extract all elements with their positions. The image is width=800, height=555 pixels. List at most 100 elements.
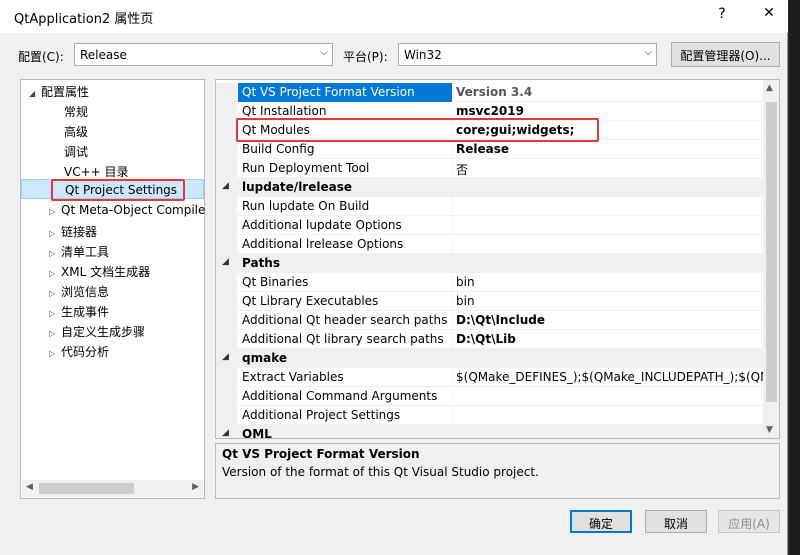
category-label: Paths — [238, 254, 453, 273]
row-gutter — [216, 140, 237, 159]
property-value[interactable]: Version 3.4 — [454, 83, 765, 102]
row-gutter — [216, 368, 237, 387]
collapsed-triangle-icon[interactable]: ▷ — [49, 289, 61, 298]
expanded-triangle-icon[interactable]: ◢ — [222, 428, 229, 438]
property-value[interactable]: bin — [454, 273, 765, 292]
property-row[interactable]: Extract Variables $(QMake_DEFINES_);$(QMa… — [216, 368, 765, 387]
property-row[interactable]: Additional Qt header search paths D:\Qt\I… — [216, 311, 765, 330]
property-value[interactable]: 否 — [454, 159, 765, 178]
window-title: QtApplication2 属性页 — [14, 12, 154, 27]
row-gutter — [216, 197, 237, 216]
platform-value: Win32 — [404, 48, 442, 62]
property-value[interactable]: D:\Qt\Lib — [454, 330, 765, 349]
property-row[interactable]: Qt VS Project Format Version Version 3.4 — [216, 83, 765, 102]
property-row[interactable]: Additional Project Settings — [216, 406, 765, 425]
tree-item-advanced[interactable]: 高级 — [64, 120, 88, 140]
tree-item-label: 生成事件 — [61, 305, 110, 319]
tree-item-linker[interactable]: ▷ 链接器 — [49, 220, 97, 240]
property-category[interactable]: ◢ Paths — [216, 254, 765, 273]
grid-vertical-scrollbar[interactable]: ▲ ▼ — [763, 80, 779, 438]
scroll-up-icon[interactable]: ▲ — [766, 83, 773, 93]
tree-item-label: XML 文档生成器 — [61, 265, 151, 279]
property-category[interactable]: ◢ qmake — [216, 349, 765, 368]
tree-item-debugging[interactable]: 调试 — [64, 140, 88, 160]
tree-item-qt-meta-object-compiler[interactable]: ▷ Qt Meta-Object Compile — [49, 200, 205, 220]
chevron-down-icon: ⌵ — [644, 47, 652, 58]
property-name: Additional lrelease Options — [238, 235, 453, 254]
tree-item-xml-doc-generator[interactable]: ▷ XML 文档生成器 — [49, 260, 150, 280]
tree-item-vc-directories[interactable]: VC++ 目录 — [64, 160, 129, 180]
tree-item-code-analysis[interactable]: ▷ 代码分析 — [49, 340, 109, 360]
platform-label: 平台(P): — [343, 50, 388, 64]
property-value[interactable]: $(QMake_DEFINES_);$(QMake_INCLUDEPATH_);… — [454, 368, 765, 387]
close-icon[interactable]: ✕ — [760, 5, 778, 21]
property-value[interactable] — [454, 235, 765, 254]
expanded-triangle-icon[interactable]: ◢ — [222, 257, 229, 267]
tree-item-general[interactable]: 常规 — [64, 100, 88, 120]
collapsed-triangle-icon[interactable]: ▷ — [49, 207, 61, 216]
property-category[interactable]: ◢ lupdate/lrelease — [216, 178, 765, 197]
highlight-box — [51, 179, 185, 201]
expanded-triangle-icon[interactable]: ◢ — [222, 181, 229, 191]
property-row[interactable]: Run lupdate On Build — [216, 197, 765, 216]
tree-item-browse-information[interactable]: ▷ 浏览信息 — [49, 280, 109, 300]
tree-item-label: 调试 — [64, 145, 89, 159]
scrollbar-thumb[interactable] — [39, 483, 134, 494]
row-gutter — [216, 330, 237, 349]
tree-item-custom-build-step[interactable]: ▷ 自定义生成步骤 — [49, 320, 145, 340]
property-name: Additional Qt header search paths — [238, 311, 453, 330]
property-row[interactable]: Run Deployment Tool 否 — [216, 159, 765, 178]
configuration-manager-button[interactable]: 配置管理器(O)... — [671, 42, 780, 67]
tree-item-label: 浏览信息 — [61, 285, 110, 299]
row-gutter — [216, 406, 237, 425]
row-gutter — [216, 311, 237, 330]
property-value[interactable] — [454, 216, 765, 235]
collapsed-triangle-icon[interactable]: ▷ — [49, 349, 61, 358]
collapsed-triangle-icon[interactable]: ▷ — [49, 229, 61, 238]
property-value[interactable] — [454, 197, 765, 216]
cancel-button[interactable]: 取消 — [645, 510, 707, 533]
collapsed-triangle-icon[interactable]: ▷ — [49, 309, 61, 318]
ok-button[interactable]: 确定 — [570, 510, 632, 533]
property-row[interactable]: Build Config Release — [216, 140, 765, 159]
property-value[interactable]: bin — [454, 292, 765, 311]
collapsed-triangle-icon[interactable]: ▷ — [49, 329, 61, 338]
property-category[interactable]: ◢ QML — [216, 425, 765, 438]
property-value[interactable]: D:\Qt\Include — [454, 311, 765, 330]
row-gutter: ◢ — [216, 178, 237, 197]
scroll-right-icon[interactable]: ▶ — [192, 482, 199, 492]
description-title: Qt VS Project Format Version — [222, 447, 420, 461]
property-value[interactable]: Release — [454, 140, 765, 159]
tree-root-configuration-properties[interactable]: ◢ 配置属性 — [29, 80, 89, 100]
property-value[interactable] — [454, 406, 765, 425]
property-row[interactable]: Additional Command Arguments — [216, 387, 765, 406]
property-value[interactable] — [454, 387, 765, 406]
background-editor-strip — [789, 0, 800, 555]
help-icon[interactable]: ? — [714, 6, 730, 22]
row-gutter — [216, 83, 237, 102]
platform-select[interactable]: Win32 ⌵ — [398, 43, 657, 66]
scroll-down-icon[interactable]: ▼ — [766, 425, 773, 435]
scrollbar-thumb[interactable] — [766, 102, 777, 402]
property-row[interactable]: Qt Library Executables bin — [216, 292, 765, 311]
expanded-triangle-icon[interactable]: ◢ — [29, 89, 41, 98]
property-row[interactable]: Additional lupdate Options — [216, 216, 765, 235]
property-row[interactable]: Additional lrelease Options — [216, 235, 765, 254]
property-tree: ◢ 配置属性 常规 高级 调试 VC++ 目录 Qt Project Settin… — [20, 79, 205, 499]
tree-item-label: 自定义生成步骤 — [61, 325, 146, 339]
collapsed-triangle-icon[interactable]: ▷ — [49, 249, 61, 258]
configuration-select[interactable]: Release ⌵ — [74, 43, 333, 66]
tree-horizontal-scrollbar[interactable]: ◀ ▶ — [22, 480, 203, 497]
tree-item-build-events[interactable]: ▷ 生成事件 — [49, 300, 109, 320]
property-row[interactable]: Qt Binaries bin — [216, 273, 765, 292]
property-row[interactable]: Additional Qt library search paths D:\Qt\… — [216, 330, 765, 349]
tree-item-manifest-tool[interactable]: ▷ 清单工具 — [49, 240, 109, 260]
row-gutter: ◢ — [216, 425, 237, 438]
expanded-triangle-icon[interactable]: ◢ — [222, 352, 229, 362]
property-name: Run lupdate On Build — [238, 197, 453, 216]
apply-button[interactable]: 应用(A) — [718, 510, 780, 533]
property-name: Additional Command Arguments — [238, 387, 453, 406]
property-name: Run Deployment Tool — [238, 159, 453, 178]
collapsed-triangle-icon[interactable]: ▷ — [49, 269, 61, 278]
scroll-left-icon[interactable]: ◀ — [26, 482, 33, 492]
